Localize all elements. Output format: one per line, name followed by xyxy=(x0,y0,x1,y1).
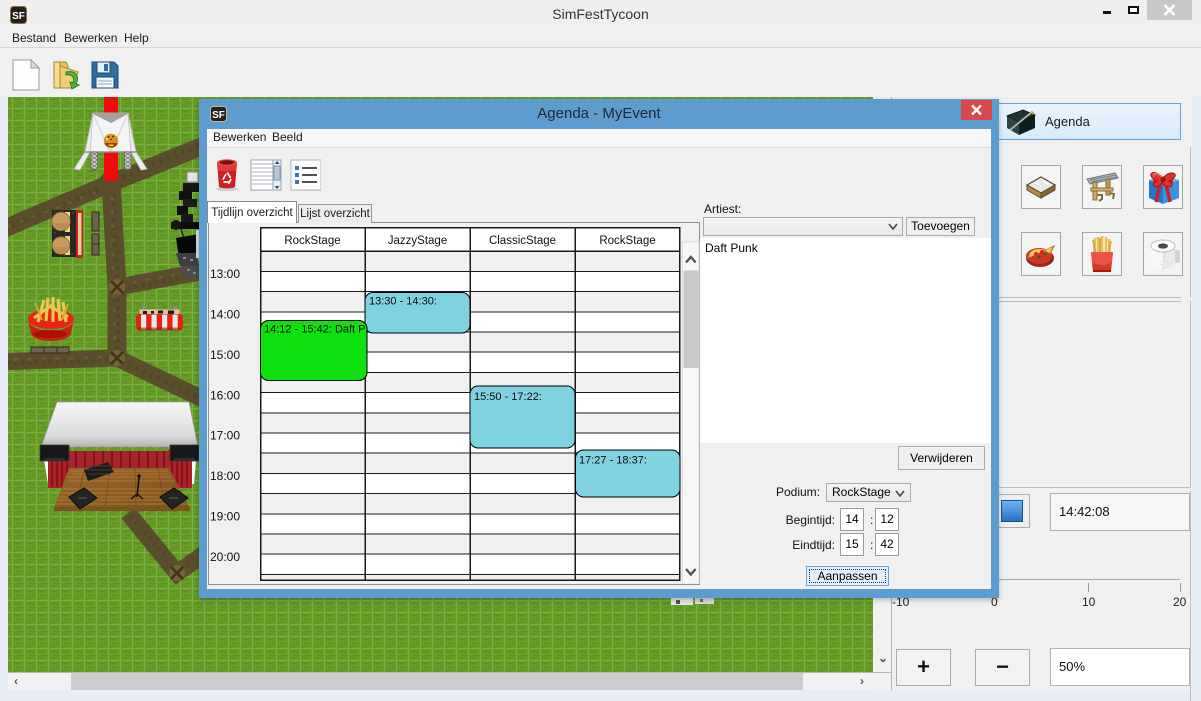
svg-text:16:00: 16:00 xyxy=(210,388,240,402)
svg-text:17:00: 17:00 xyxy=(210,429,240,443)
svg-text:JazzyStage: JazzyStage xyxy=(388,235,447,247)
svg-text:14:12 - 15:42: Daft Pu: 14:12 - 15:42: Daft Pu xyxy=(264,324,372,336)
svg-text:19:00: 19:00 xyxy=(210,509,240,523)
svg-text:SF: SF xyxy=(212,110,225,121)
svg-text:13:00: 13:00 xyxy=(210,267,240,281)
svg-text:ClassicStage: ClassicStage xyxy=(489,235,556,247)
svg-text:14:00: 14:00 xyxy=(210,308,240,322)
svg-text:15:00: 15:00 xyxy=(210,348,240,362)
svg-text:RockStage: RockStage xyxy=(599,235,655,247)
svg-text:SF: SF xyxy=(12,11,25,22)
svg-text:17:27 - 18:37:: 17:27 - 18:37: xyxy=(579,455,647,467)
svg-text:18:00: 18:00 xyxy=(210,469,240,483)
svg-text:13:30 - 14:30:: 13:30 - 14:30: xyxy=(369,296,437,308)
svg-text:15:50 - 17:22:: 15:50 - 17:22: xyxy=(474,391,542,403)
svg-text:20:00: 20:00 xyxy=(210,550,240,564)
svg-text:RockStage: RockStage xyxy=(284,235,340,247)
